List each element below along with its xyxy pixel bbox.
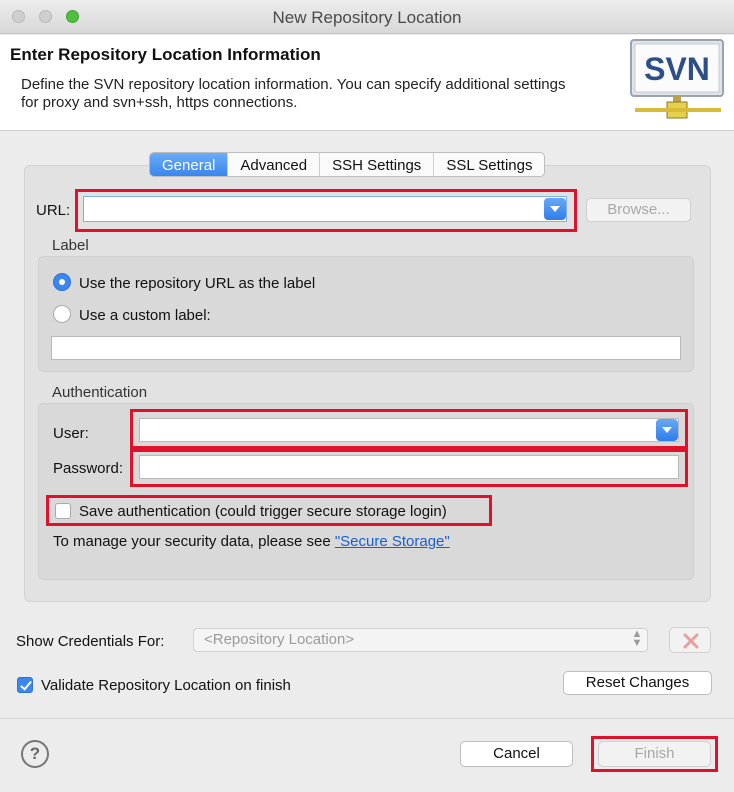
header-title: Enter Repository Location Information xyxy=(10,45,321,64)
password-field[interactable] xyxy=(139,455,679,479)
svn-logo-text: SVN xyxy=(644,51,710,87)
custom-label-input[interactable] xyxy=(56,338,680,360)
window-title: New Repository Location xyxy=(272,8,462,27)
manage-security-text: To manage your security data, please see… xyxy=(53,533,450,550)
url-combobox[interactable] xyxy=(83,196,567,222)
cancel-button[interactable]: Cancel xyxy=(460,741,573,767)
save-authentication-label[interactable]: Save authentication (could trigger secur… xyxy=(79,503,447,520)
show-credentials-label: Show Credentials For: xyxy=(16,633,165,650)
tab-general[interactable]: General xyxy=(150,153,228,176)
updown-chevron-icon: ▲ ▼ xyxy=(631,628,643,649)
repository-url-option-label[interactable]: Use the repository URL as the label xyxy=(79,275,315,292)
tab-ssh-settings[interactable]: SSH Settings xyxy=(319,153,433,176)
url-input[interactable] xyxy=(88,198,542,222)
delete-credentials-button[interactable] xyxy=(669,627,711,653)
footer-divider xyxy=(0,718,734,719)
custom-label-field[interactable] xyxy=(51,336,681,360)
tab-advanced[interactable]: Advanced xyxy=(227,153,319,176)
label-group-title: Label xyxy=(52,237,89,254)
reset-changes-button[interactable]: Reset Changes xyxy=(563,671,712,695)
user-label: User: xyxy=(53,425,89,442)
tab-ssl-settings[interactable]: SSL Settings xyxy=(433,153,544,176)
tab-bar: General Advanced SSH Settings SSL Settin… xyxy=(149,152,546,177)
help-icon[interactable]: ? xyxy=(21,740,49,768)
custom-label-option-label[interactable]: Use a custom label: xyxy=(79,307,211,324)
secure-storage-link[interactable]: "Secure Storage" xyxy=(335,533,450,550)
radio-custom-label[interactable] xyxy=(53,305,71,323)
svn-logo: SVN xyxy=(629,38,727,124)
authentication-group-title: Authentication xyxy=(52,384,148,401)
user-combobox[interactable] xyxy=(139,418,679,442)
delete-x-icon xyxy=(683,633,699,649)
credentials-select[interactable]: <Repository Location> xyxy=(193,628,648,652)
password-label: Password: xyxy=(53,460,124,477)
credentials-select-value: <Repository Location> xyxy=(204,631,355,648)
validate-label[interactable]: Validate Repository Location on finish xyxy=(41,677,291,694)
browse-button[interactable]: Browse... xyxy=(586,198,691,222)
password-input[interactable] xyxy=(144,457,678,479)
save-authentication-checkbox[interactable] xyxy=(55,503,71,519)
validate-checkbox[interactable] xyxy=(17,677,33,693)
user-input[interactable] xyxy=(144,420,653,442)
header-description: Define the SVN repository location infor… xyxy=(21,76,566,111)
manage-security-prefix: To manage your security data, please see xyxy=(53,533,335,550)
radio-repository-url[interactable] xyxy=(53,273,71,291)
chevron-down-icon[interactable] xyxy=(656,419,678,441)
chevron-down-icon[interactable] xyxy=(544,198,566,220)
finish-button[interactable]: Finish xyxy=(598,741,711,767)
url-label: URL: xyxy=(36,202,71,219)
